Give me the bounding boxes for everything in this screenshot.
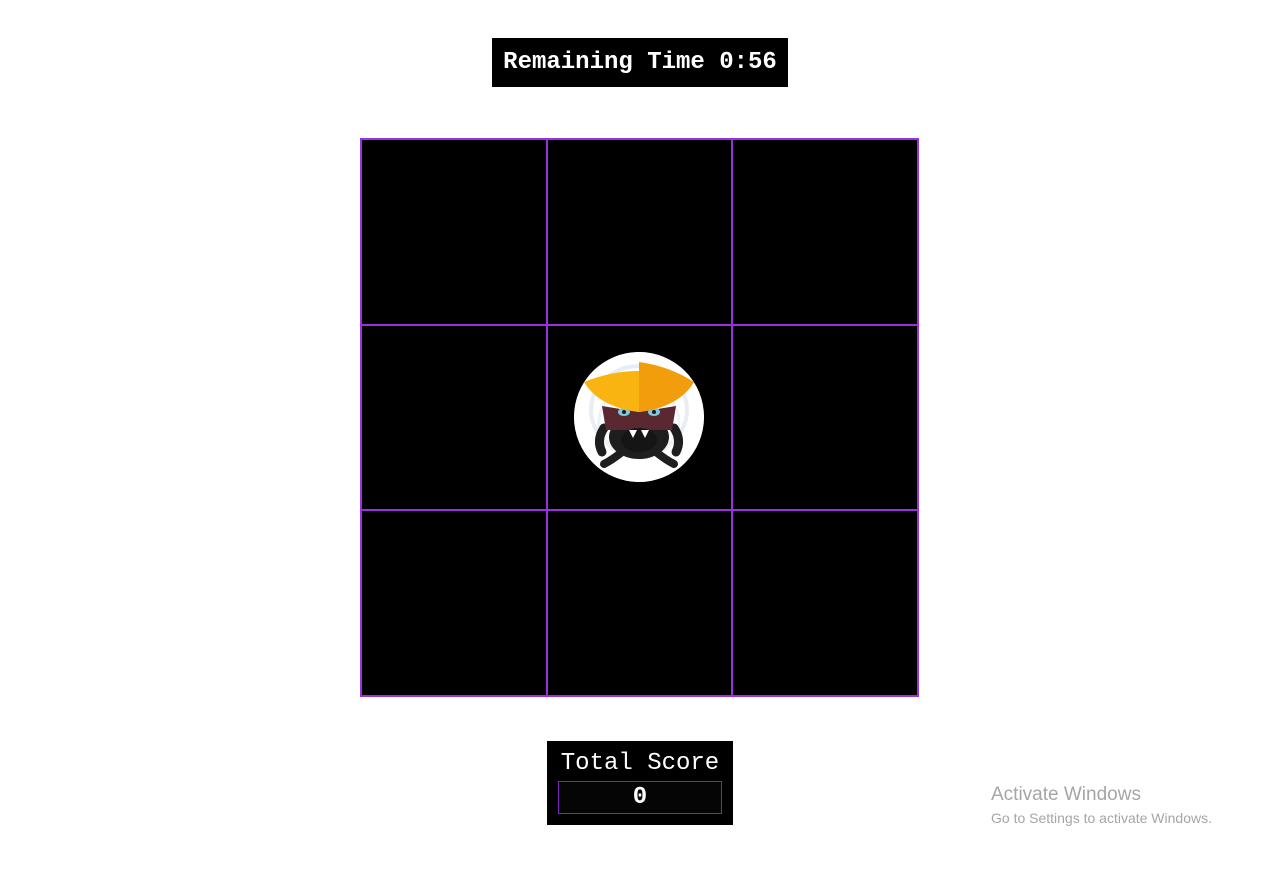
monster-icon xyxy=(574,352,705,483)
game-board xyxy=(360,138,919,697)
total-score-value: 0 xyxy=(558,781,722,814)
hole-cell-5[interactable] xyxy=(546,324,733,511)
watermark-subtitle: Go to Settings to activate Windows. xyxy=(991,810,1212,826)
remaining-time-display: Remaining Time 0:56 xyxy=(492,38,788,87)
activate-windows-watermark: Activate Windows Go to Settings to activ… xyxy=(991,784,1212,828)
score-panel: Total Score 0 xyxy=(547,741,733,825)
hole-cell-9[interactable] xyxy=(732,510,918,696)
mole-character[interactable] xyxy=(574,352,705,483)
hole-cell-1[interactable] xyxy=(361,139,547,325)
hole-cell-2[interactable] xyxy=(546,139,733,325)
total-score-label: Total Score xyxy=(560,750,720,777)
hole-cell-3[interactable] xyxy=(732,139,918,325)
hole-cell-8[interactable] xyxy=(546,510,733,696)
watermark-title: Activate Windows xyxy=(991,784,1141,805)
hole-cell-7[interactable] xyxy=(361,510,547,696)
hole-cell-4[interactable] xyxy=(361,324,547,511)
hole-cell-6[interactable] xyxy=(732,324,918,511)
